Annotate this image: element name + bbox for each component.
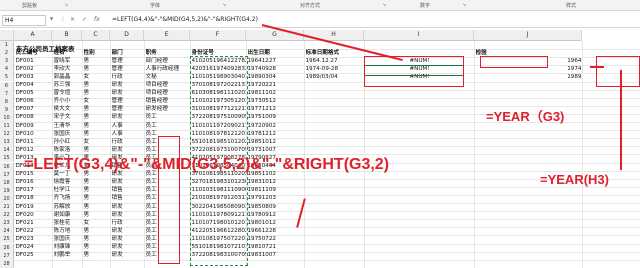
column-header-b[interactable]: B <box>52 30 82 41</box>
annotation-big-formula: =LEFT(G3,4)&"-"&MID(G3,5,2)&"-"&RIGHT(G3… <box>24 156 390 173</box>
column-header-h[interactable]: H <box>304 30 364 41</box>
row-header-9[interactable]: 9 <box>0 105 14 114</box>
arrow-line-year-h3 <box>620 70 622 170</box>
highlight-j-years <box>596 56 640 87</box>
row-header-12[interactable]: 12 <box>0 130 14 139</box>
arrow-line-year-g3 <box>590 66 604 68</box>
row-header-7[interactable]: 7 <box>0 89 14 98</box>
formula-input[interactable]: =LEFT(G4,4)&"-"&MID(G4,5,2)&"-"&RIGHT(G4… <box>112 16 258 23</box>
row-header-16[interactable]: 16 <box>0 162 14 171</box>
table-cell[interactable]: 19831007 <box>248 251 304 260</box>
column-header-a[interactable]: A <box>14 30 52 41</box>
row-header-8[interactable]: 8 <box>0 97 14 106</box>
cancel-edit-icon[interactable]: × <box>70 16 75 23</box>
j-year-cell[interactable]: 1989 <box>476 73 581 82</box>
row-header-24[interactable]: 24 <box>0 227 14 236</box>
column-header-c[interactable]: C <box>82 30 110 41</box>
ribbon-group-styles[interactable]: 样式 <box>566 2 576 9</box>
row-header-18[interactable]: 18 <box>0 178 14 187</box>
row-header-19[interactable]: 19 <box>0 186 14 195</box>
select-all-corner[interactable] <box>0 30 14 41</box>
highlight-h-dates <box>364 56 464 87</box>
alignment-launcher-icon[interactable]: ↘ <box>382 2 386 8</box>
row-header-26[interactable]: 26 <box>0 243 14 252</box>
table-cell[interactable]: 刘鹏举 <box>54 251 82 260</box>
row-header-22[interactable]: 22 <box>0 211 14 220</box>
column-header-j[interactable]: J <box>474 30 582 41</box>
row-header-3[interactable]: 3 <box>0 57 14 66</box>
h-date-cell[interactable]: 1989/03/04 <box>306 73 364 82</box>
column-header-f[interactable]: F <box>190 30 246 41</box>
row-header-1[interactable]: 1 <box>0 41 14 50</box>
formula-bar: H4 ▼ ⋮ × ✓ fx =LEFT(G4,4)&"-"&MID(G4,5,2… <box>0 13 640 28</box>
name-box[interactable]: H4 <box>2 15 46 26</box>
row-header-11[interactable]: 11 <box>0 122 14 131</box>
row-header-23[interactable]: 23 <box>0 219 14 228</box>
font-launcher-icon[interactable]: ↘ <box>222 2 226 8</box>
row-header-10[interactable]: 10 <box>0 113 14 122</box>
formula-bar-menu-icon[interactable]: ⋮ <box>60 16 66 23</box>
ribbon-group-font[interactable]: 字体 <box>150 2 160 9</box>
clipboard-launcher-icon[interactable]: ↘ <box>64 2 68 8</box>
row-header-27[interactable]: 27 <box>0 251 14 260</box>
row-header-4[interactable]: 4 <box>0 65 14 74</box>
row-header-2[interactable]: 2 <box>0 49 14 58</box>
row-header-17[interactable]: 17 <box>0 170 14 179</box>
ribbon-bar: 剪贴板 ↘ 字体 ↘ 对齐方式 ↘ 数字 ↘ 样式 <box>0 0 640 11</box>
table-cell[interactable]: 男 <box>84 251 110 260</box>
ribbon-group-number[interactable]: 数字 <box>420 2 430 9</box>
confirm-edit-icon[interactable]: ✓ <box>82 16 87 23</box>
row-header-6[interactable]: 6 <box>0 81 14 90</box>
annotation-year-h3: =YEAR(H3) <box>540 172 609 187</box>
column-header-d[interactable]: D <box>110 30 144 41</box>
annotation-year-g3: =YEAR（G3) <box>486 109 565 124</box>
table-cell[interactable]: 研发 <box>112 251 144 260</box>
row-header-28[interactable]: 28 <box>0 259 14 268</box>
ribbon-group-clipboard[interactable]: 剪贴板 <box>22 2 37 9</box>
gridline-col <box>582 41 583 268</box>
column-header-i[interactable]: I <box>364 30 474 41</box>
insert-function-icon[interactable]: fx <box>94 16 100 23</box>
row-header-25[interactable]: 25 <box>0 235 14 244</box>
row-header-13[interactable]: 13 <box>0 138 14 147</box>
row-header-14[interactable]: 14 <box>0 146 14 155</box>
row-header-15[interactable]: 15 <box>0 154 14 163</box>
row-header-5[interactable]: 5 <box>0 73 14 82</box>
table-cell[interactable]: DF025 <box>16 251 52 260</box>
column-header-e[interactable]: E <box>144 30 190 41</box>
row-header-20[interactable]: 20 <box>0 194 14 203</box>
row-header-21[interactable]: 21 <box>0 203 14 212</box>
highlight-i-errors <box>480 56 548 68</box>
ribbon-group-alignment[interactable]: 对齐方式 <box>300 2 320 9</box>
name-box-dropdown-icon[interactable]: ▼ <box>50 16 53 21</box>
number-launcher-icon[interactable]: ↘ <box>462 2 466 8</box>
